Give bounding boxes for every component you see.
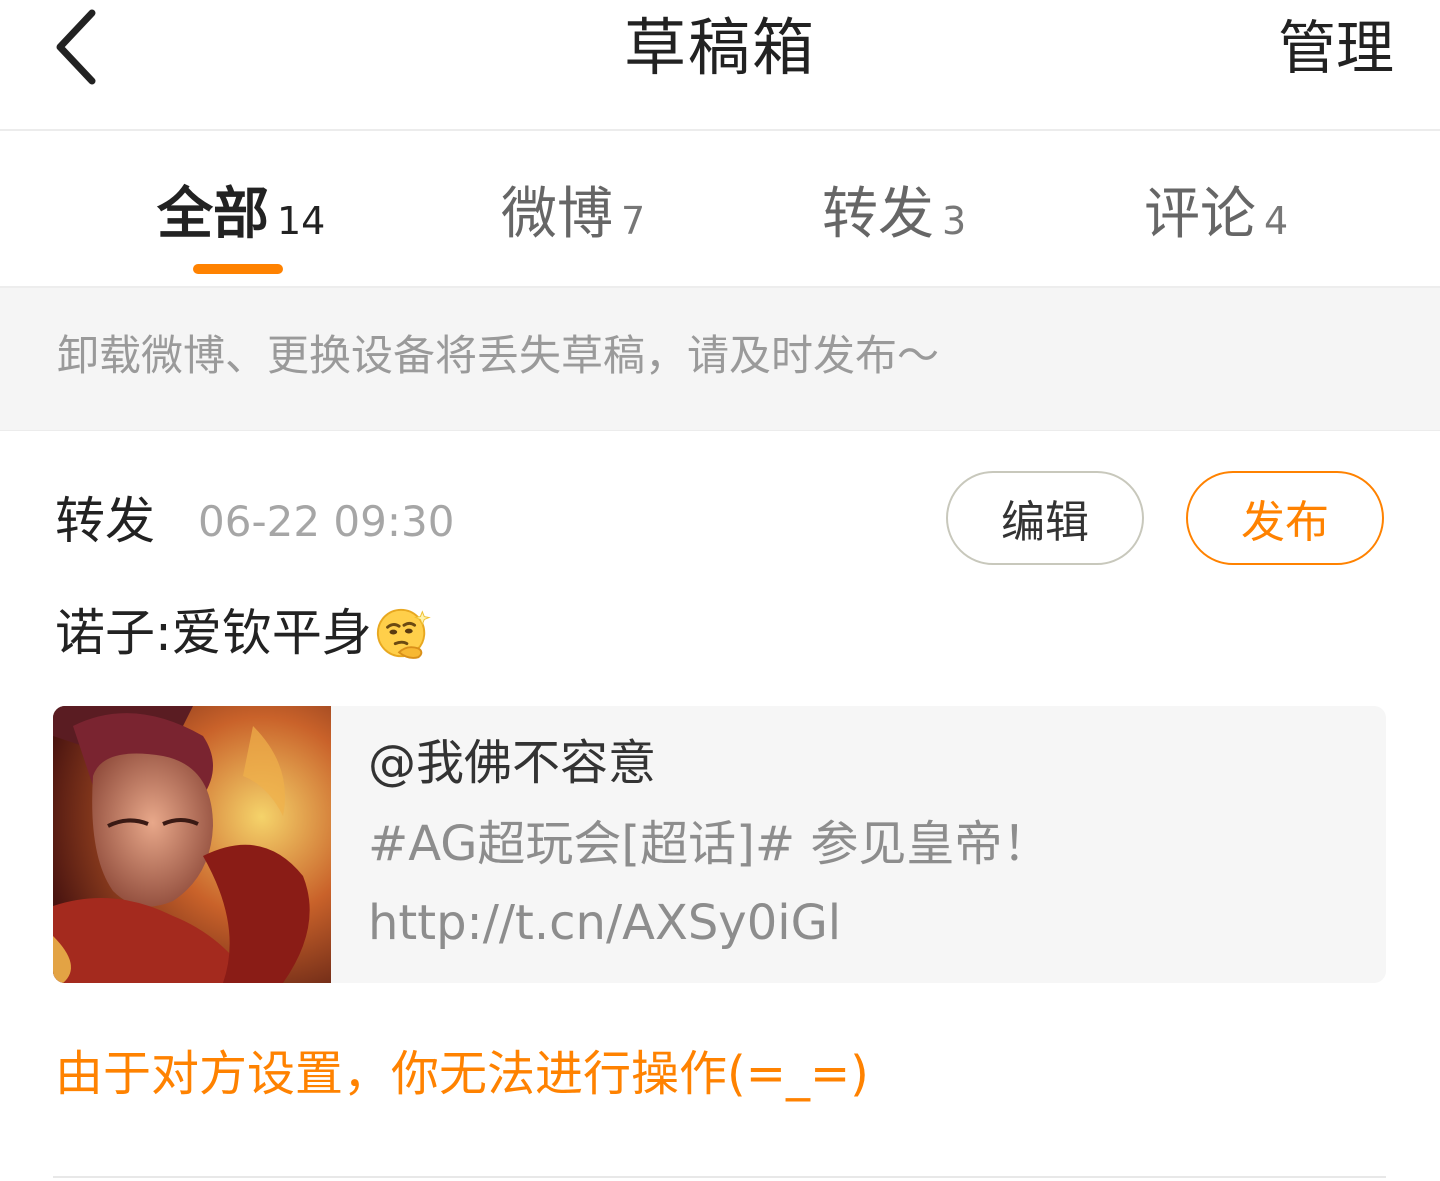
permission-warning: 由于对方设置，你无法进行操作(=_=)	[55, 1046, 869, 1102]
thinking-emoji-icon	[376, 608, 431, 659]
draft-content-text: 诺子:爱钦平身	[55, 604, 372, 662]
quoted-post-card[interactable]: @我佛不容意 #AG超玩会[超话]# 参见皇帝！ http://t.cn/AXS…	[53, 706, 1386, 983]
tab-all[interactable]: 全部 14	[157, 171, 325, 251]
tab-comment-label: 评论	[1144, 182, 1256, 247]
tab-all-label: 全部	[157, 182, 269, 247]
draft-type-label: 转发	[55, 492, 155, 550]
page-title: 草稿箱	[623, 11, 816, 84]
tab-repost-count: 3	[942, 199, 967, 243]
item-divider	[53, 1176, 1386, 1178]
tab-weibo[interactable]: 微博 7	[501, 171, 645, 251]
notice-text: 卸载微博、更换设备将丢失草稿，请及时发布～	[57, 331, 940, 380]
tab-repost-label: 转发	[822, 182, 934, 247]
back-button[interactable]	[40, 4, 112, 90]
hero-portrait-image	[53, 706, 331, 983]
active-tab-indicator	[193, 264, 283, 274]
tab-comment-count: 4	[1264, 199, 1289, 243]
tab-weibo-label: 微博	[501, 182, 613, 247]
draft-tabs: 全部 14 微博 7 转发 3 评论 4	[0, 131, 1440, 288]
tab-comment[interactable]: 评论 4	[1144, 171, 1288, 251]
manage-button[interactable]: 管理	[1278, 10, 1394, 86]
draft-content: 诺子:爱钦平身	[55, 600, 432, 666]
notice-banner: 卸载微博、更换设备将丢失草稿，请及时发布～	[0, 288, 1440, 431]
post-thumbnail[interactable]	[53, 706, 331, 983]
top-bar: 草稿箱 管理	[0, 0, 1440, 131]
quoted-text: #AG超玩会[超话]# 参见皇帝！	[368, 816, 1051, 872]
quoted-author[interactable]: @我佛不容意	[368, 732, 656, 794]
chevron-left-icon	[56, 9, 96, 85]
draft-timestamp: 06-22 09:30	[198, 497, 455, 546]
quoted-link[interactable]: http://t.cn/AXSy0iGl	[368, 892, 841, 954]
edit-button[interactable]: 编辑	[946, 471, 1144, 565]
tab-repost[interactable]: 转发 3	[822, 171, 966, 251]
tab-weibo-count: 7	[621, 199, 646, 243]
publish-button[interactable]: 发布	[1186, 471, 1384, 565]
tab-all-count: 14	[277, 199, 326, 243]
